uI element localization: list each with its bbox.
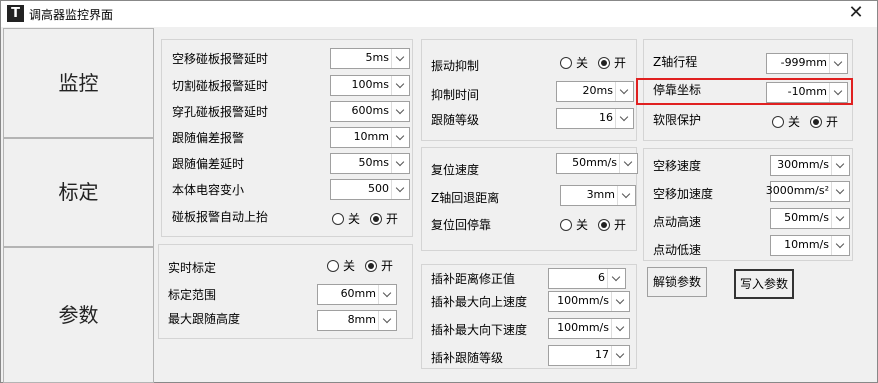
left-nav: 监控 标定 参数 <box>3 28 154 383</box>
realtime-cal-label: 实时标定 <box>168 261 217 275</box>
idle-accel-label: 空移加速度 <box>653 187 714 201</box>
interp-max-down-label: 插补最大向下速度 <box>431 323 528 337</box>
follow-level-input[interactable]: 16 <box>556 108 634 129</box>
realtime-cal-on-radio[interactable]: 开 <box>365 257 393 273</box>
chevron-down-icon[interactable] <box>391 180 409 199</box>
close-icon[interactable]: ✕ <box>845 2 867 24</box>
follow-deviation-delay-input[interactable]: 50ms <box>330 153 410 174</box>
app-logo-icon: T <box>7 5 24 22</box>
interp-max-up-input[interactable]: 100mm/s <box>548 291 630 312</box>
chevron-down-icon[interactable] <box>391 76 409 95</box>
app-window: T 调高器监控界面 ✕ 监控 标定 参数 空移碰板报警延时 5ms 切割碰板报警… <box>0 0 878 383</box>
alarm-label: 切割碰板报警延时 <box>172 79 269 93</box>
idle-speed-label: 空移速度 <box>653 159 702 173</box>
chevron-down-icon[interactable] <box>391 49 409 68</box>
reset-speed-input[interactable]: 50mm/s <box>556 153 638 174</box>
chevron-down-icon[interactable] <box>391 102 409 121</box>
capacitance-drop-input[interactable]: 500 <box>330 179 410 200</box>
max-follow-height-input[interactable]: 8mm <box>317 310 397 331</box>
cal-range-label: 标定范围 <box>168 288 217 302</box>
chevron-down-icon[interactable] <box>615 82 633 101</box>
reset-stop-off-radio[interactable]: 关 <box>560 216 588 232</box>
chevron-down-icon[interactable] <box>831 209 849 228</box>
jog-high-label: 点动高速 <box>653 215 702 229</box>
reset-stop-label: 复位回停靠 <box>431 218 492 232</box>
reset-settings-group: 复位速度 50mm/s Z轴回退距离 3mm 复位回停靠 关 开 <box>421 147 638 251</box>
interp-max-down-input[interactable]: 100mm/s <box>548 318 630 339</box>
auto-lift-off-radio[interactable]: 关 <box>332 210 360 226</box>
z-travel-input[interactable]: -999mm <box>766 53 848 74</box>
cal-range-input[interactable]: 60mm <box>317 284 397 305</box>
chevron-down-icon[interactable] <box>378 311 396 330</box>
alarm-settings-group: 空移碰板报警延时 5ms 切割碰板报警延时 100ms 穿孔碰板报警延时 600… <box>161 39 413 237</box>
write-params-button[interactable]: 写入参数 <box>734 269 794 299</box>
idle-speed-input[interactable]: 300mm/s <box>770 155 850 176</box>
vibration-off-radio[interactable]: 关 <box>560 54 588 70</box>
jog-low-label: 点动低速 <box>653 243 702 257</box>
soft-limit-off-radio[interactable]: 关 <box>772 113 800 129</box>
alarm-label: 跟随偏差延时 <box>172 157 245 171</box>
chevron-down-icon[interactable] <box>829 54 847 73</box>
reset-stop-on-radio[interactable]: 开 <box>598 216 626 232</box>
chevron-down-icon[interactable] <box>617 186 635 205</box>
window-title: 调高器监控界面 <box>29 8 114 22</box>
vibration-suppression-group: 振动抑制 关 开 抑制时间 20ms 跟随等级 16 <box>421 39 637 141</box>
interp-max-up-label: 插补最大向上速度 <box>431 295 528 309</box>
z-travel-label: Z轴行程 <box>653 55 698 69</box>
vibration-on-radio[interactable]: 开 <box>598 54 626 70</box>
vibration-label: 振动抑制 <box>431 59 480 73</box>
nav-monitor-button[interactable]: 监控 <box>3 28 154 138</box>
interp-offset-input[interactable]: 6 <box>548 268 626 289</box>
chevron-down-icon[interactable] <box>611 319 629 338</box>
suppress-time-label: 抑制时间 <box>431 88 480 102</box>
nav-calibration-button[interactable]: 标定 <box>3 138 154 247</box>
chevron-down-icon[interactable] <box>378 285 396 304</box>
alarm-label: 穿孔碰板报警延时 <box>172 105 269 119</box>
jog-high-input[interactable]: 50mm/s <box>770 208 850 229</box>
soft-limit-on-radio[interactable]: 开 <box>810 113 838 129</box>
chevron-down-icon[interactable] <box>619 154 637 173</box>
auto-lift-label: 碰板报警自动上抬 <box>172 210 269 224</box>
chevron-down-icon[interactable] <box>611 292 629 311</box>
alarm-label: 本体电容变小 <box>172 183 245 197</box>
idle-accel-input[interactable]: 3000mm/s² <box>766 181 850 202</box>
nav-params-button[interactable]: 参数 <box>3 247 154 383</box>
chevron-down-icon[interactable] <box>615 109 633 128</box>
chevron-down-icon[interactable] <box>391 154 409 173</box>
pierce-touch-delay-input[interactable]: 600ms <box>330 101 410 122</box>
interp-follow-level-input[interactable]: 17 <box>548 345 630 366</box>
chevron-down-icon[interactable] <box>831 236 849 255</box>
idle-touch-delay-input[interactable]: 5ms <box>330 48 410 69</box>
follow-level-label: 跟随等级 <box>431 113 480 127</box>
realtime-cal-off-radio[interactable]: 关 <box>327 257 355 273</box>
alarm-label: 跟随偏差报警 <box>172 131 245 145</box>
chevron-down-icon[interactable] <box>831 156 849 175</box>
suppress-time-input[interactable]: 20ms <box>556 81 634 102</box>
interp-offset-label: 插补距离修正值 <box>431 272 516 286</box>
chevron-down-icon[interactable] <box>831 182 849 201</box>
motion-speed-group: 空移速度 300mm/s 空移加速度 3000mm/s² 点动高速 50mm/s… <box>643 148 853 261</box>
soft-limit-label: 软限保护 <box>653 113 702 127</box>
z-retract-input[interactable]: 3mm <box>560 185 636 206</box>
max-follow-height-label: 最大跟随高度 <box>168 312 241 326</box>
unlock-params-button[interactable]: 解锁参数 <box>647 267 707 297</box>
jog-low-input[interactable]: 10mm/s <box>770 235 850 256</box>
z-retract-label: Z轴回退距离 <box>431 191 500 205</box>
chevron-down-icon[interactable] <box>607 269 625 288</box>
title-bar: T 调高器监控界面 ✕ <box>1 1 877 27</box>
interp-follow-level-label: 插补跟随等级 <box>431 351 504 365</box>
chevron-down-icon[interactable] <box>611 346 629 365</box>
alarm-label: 空移碰板报警延时 <box>172 52 269 66</box>
realtime-calibration-group: 实时标定 关 开 标定范围 60mm 最大跟随高度 8mm <box>158 244 413 339</box>
reset-speed-label: 复位速度 <box>431 163 480 177</box>
follow-deviation-alarm-input[interactable]: 10mm <box>330 127 410 148</box>
auto-lift-on-radio[interactable]: 开 <box>370 210 398 226</box>
cut-touch-delay-input[interactable]: 100ms <box>330 75 410 96</box>
interpolation-group: 插补距离修正值 6 插补最大向上速度 100mm/s 插补最大向下速度 100m… <box>421 264 637 369</box>
chevron-down-icon[interactable] <box>391 128 409 147</box>
park-coordinate-highlight <box>636 78 853 105</box>
